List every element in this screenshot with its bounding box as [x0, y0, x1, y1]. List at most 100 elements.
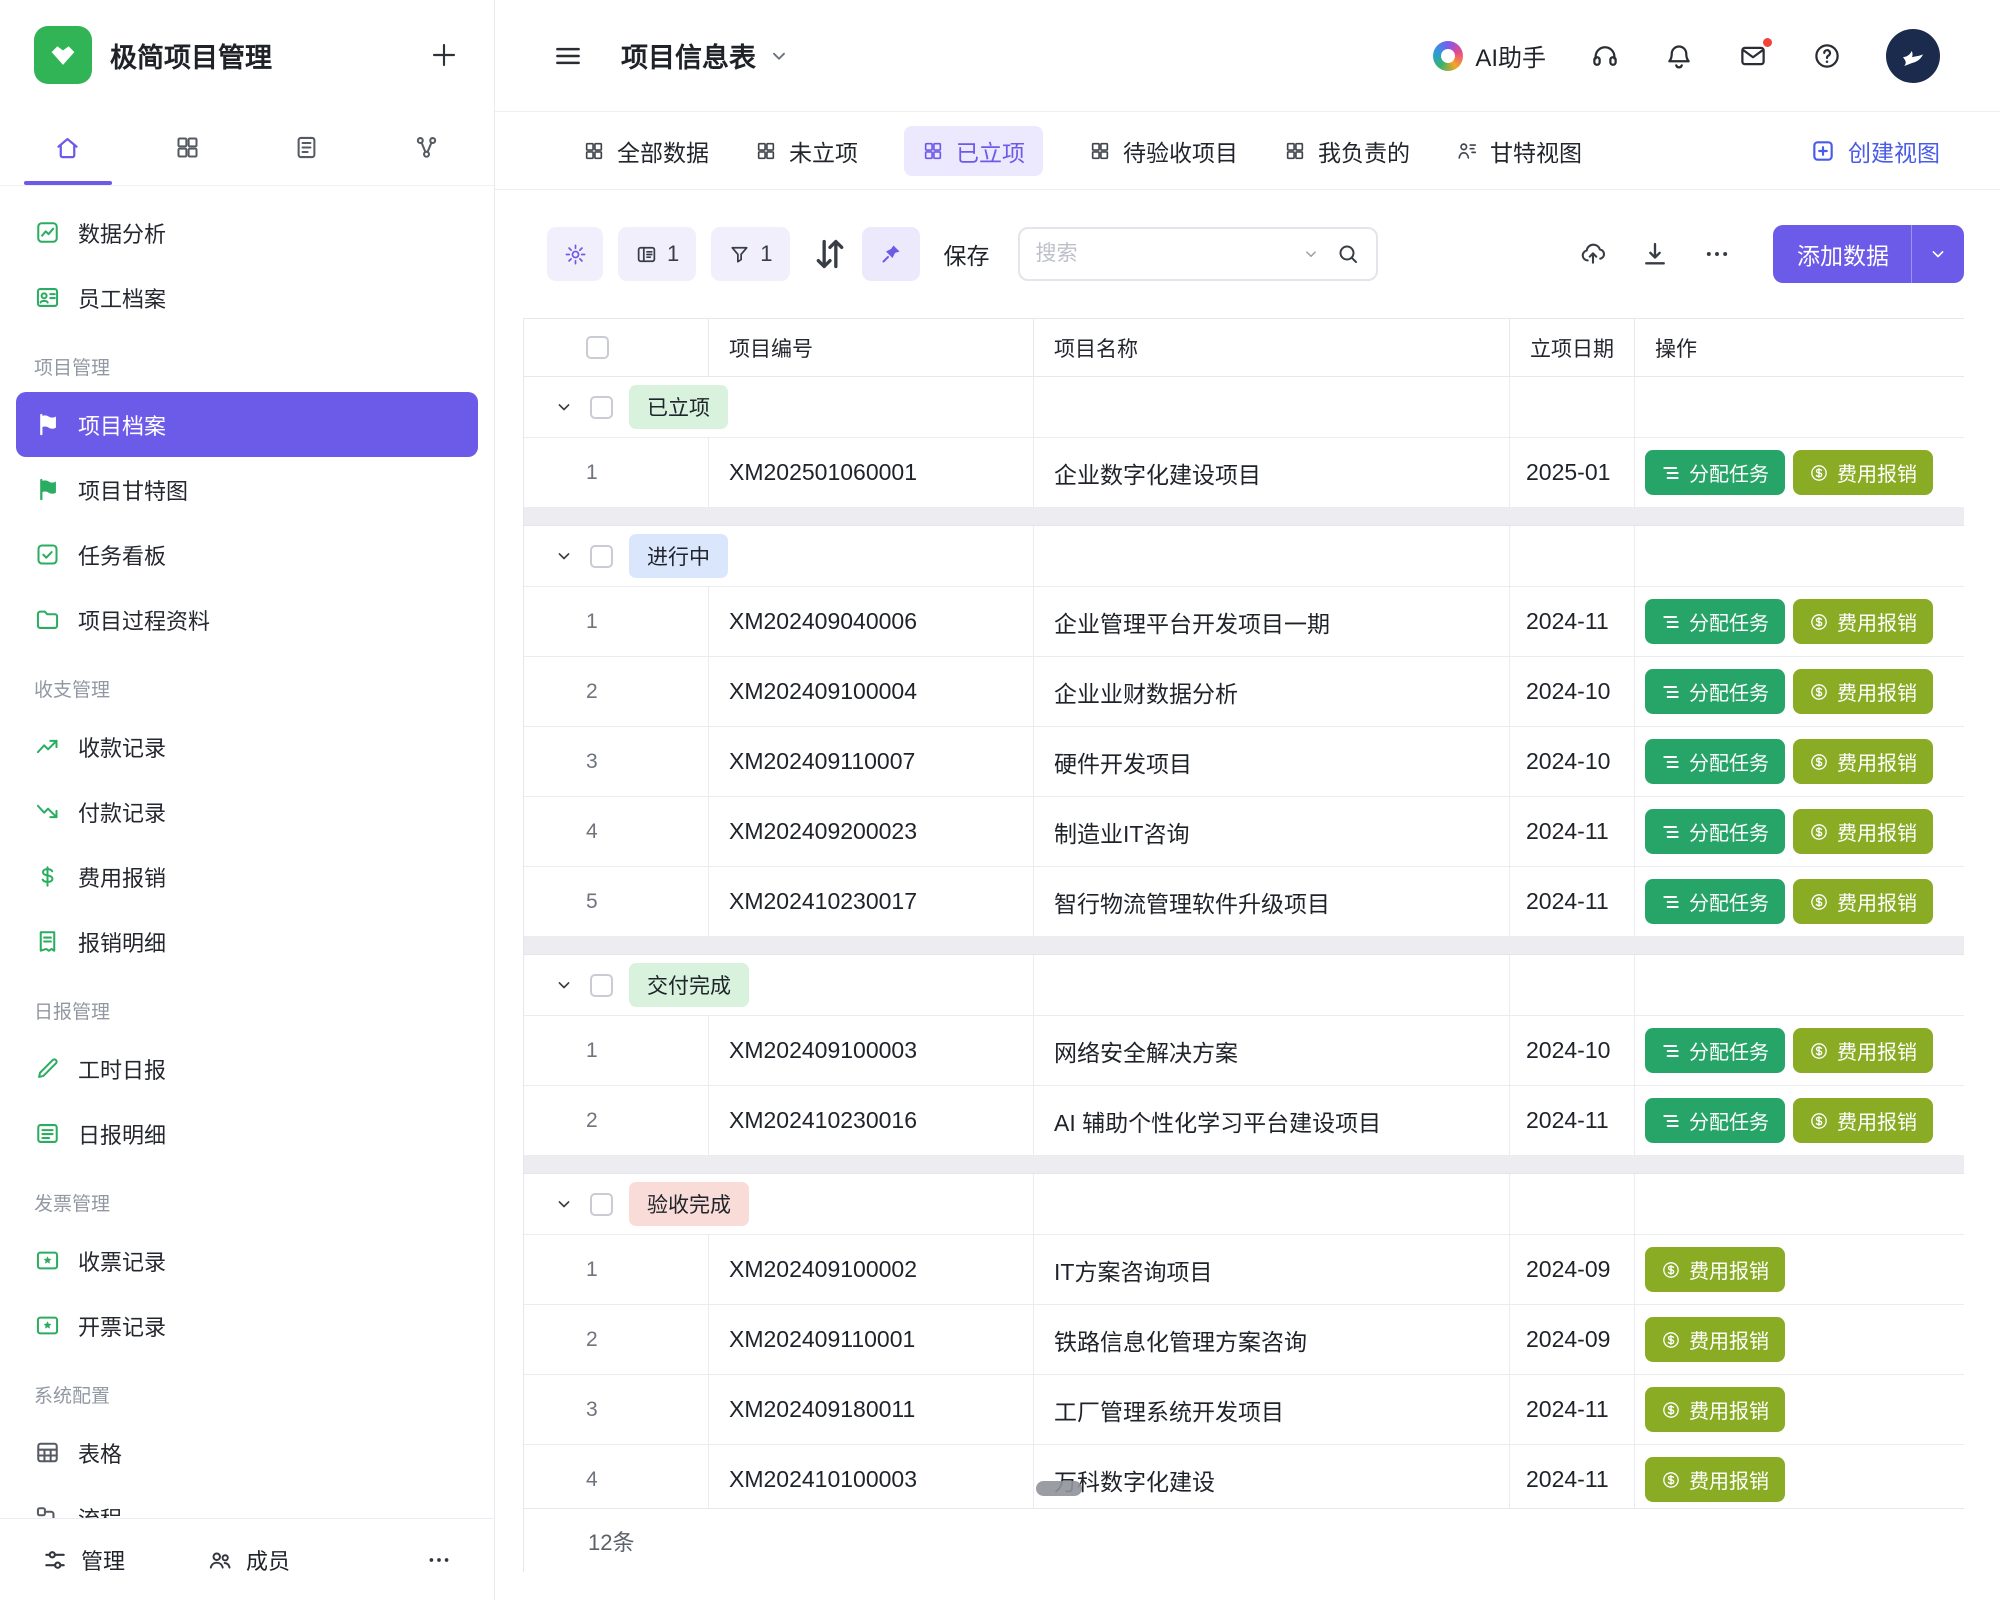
sidebar-item[interactable]: 任务看板: [16, 522, 478, 587]
table-row[interactable]: 3XM202409180011工厂管理系统开发项目2024-11费用报销: [524, 1375, 1964, 1445]
trend-down-icon: [34, 798, 61, 825]
sidebar-item[interactable]: 收款记录: [16, 714, 478, 779]
group-checkbox[interactable]: [590, 974, 613, 997]
sidebar-item[interactable]: 项目甘特图: [16, 457, 478, 522]
expense-report-button[interactable]: 费用报销: [1793, 1098, 1933, 1143]
add-data-chevron-icon[interactable]: [1928, 244, 1948, 264]
expense-report-button[interactable]: 费用报销: [1645, 1387, 1785, 1432]
assign-task-button[interactable]: 分配任务: [1645, 879, 1785, 924]
sidebar-item[interactable]: 付款记录: [16, 779, 478, 844]
tasks-icon: [1661, 463, 1681, 483]
table-row[interactable]: 5XM202410230017智行物流管理软件升级项目2024-11分配任务费用…: [524, 867, 1964, 937]
search-scope-chevron-icon[interactable]: [1302, 245, 1320, 263]
sidebar-item[interactable]: 表格: [16, 1420, 478, 1485]
sidebar-tab-docs[interactable]: [247, 110, 367, 185]
expense-report-button[interactable]: 费用报销: [1793, 809, 1933, 854]
view-settings-button[interactable]: [547, 227, 603, 281]
sidebar-more-icon[interactable]: [426, 1547, 452, 1573]
add-workspace-icon[interactable]: [428, 39, 460, 71]
table-row[interactable]: 2XM202409110001铁路信息化管理方案咨询2024-09费用报销: [524, 1305, 1964, 1375]
sidebar-item[interactable]: 开票记录: [16, 1293, 478, 1358]
table-row[interactable]: 3XM202409110007硬件开发项目2024-10分配任务费用报销: [524, 727, 1964, 797]
table-row[interactable]: 4XM202410100003万科数字化建设2024-11费用报销: [524, 1445, 1964, 1508]
assign-task-button[interactable]: 分配任务: [1645, 1028, 1785, 1073]
view-tab[interactable]: 我负责的: [1284, 126, 1410, 176]
user-avatar[interactable]: [1886, 29, 1940, 83]
group-checkbox[interactable]: [590, 396, 613, 419]
sidebar-item[interactable]: 员工档案: [16, 265, 478, 330]
sidebar-item[interactable]: 流程: [16, 1485, 478, 1518]
field-config-button[interactable]: 1: [618, 227, 696, 281]
search-icon[interactable]: [1336, 242, 1360, 266]
collapse-group-icon[interactable]: [554, 397, 574, 417]
support-icon[interactable]: [1590, 41, 1620, 71]
view-tab[interactable]: 已立项: [904, 126, 1043, 176]
add-data-button[interactable]: 添加数据: [1773, 225, 1964, 283]
expense-report-button[interactable]: 费用报销: [1793, 879, 1933, 924]
select-all-checkbox[interactable]: [586, 336, 609, 359]
table-row[interactable]: 2XM202410230016AI 辅助个性化学习平台建设项目2024-11分配…: [524, 1086, 1964, 1156]
sidebar-item[interactable]: 项目档案: [16, 392, 478, 457]
notifications-icon[interactable]: [1664, 41, 1694, 71]
sidebar-item[interactable]: 报销明细: [16, 909, 478, 974]
assign-task-button[interactable]: 分配任务: [1645, 809, 1785, 854]
filter-button[interactable]: 1: [711, 227, 789, 281]
pin-button[interactable]: [862, 227, 920, 281]
expense-report-button[interactable]: 费用报销: [1793, 1028, 1933, 1073]
expense-report-button[interactable]: 费用报销: [1645, 1247, 1785, 1292]
sort-icon[interactable]: [810, 234, 850, 274]
view-tab[interactable]: 甘特视图: [1456, 126, 1582, 176]
sidebar-item[interactable]: 费用报销: [16, 844, 478, 909]
help-icon[interactable]: [1812, 41, 1842, 71]
table-row[interactable]: 1XM202409100003网络安全解决方案2024-10分配任务费用报销: [524, 1016, 1964, 1086]
sidebar-section-label: 收支管理: [16, 652, 478, 714]
more-actions-icon[interactable]: [1703, 240, 1731, 268]
view-tab[interactable]: 待验收项目: [1089, 126, 1238, 176]
sidebar-item[interactable]: 工时日报: [16, 1036, 478, 1101]
expense-report-button[interactable]: 费用报销: [1793, 450, 1933, 495]
members-button[interactable]: 成员: [207, 1544, 290, 1576]
import-icon[interactable]: [1579, 240, 1607, 268]
title-chevron-icon[interactable]: [768, 45, 790, 67]
expense-report-button[interactable]: 费用报销: [1793, 669, 1933, 714]
sidebar-item[interactable]: 项目过程资料: [16, 587, 478, 652]
hamburger-icon[interactable]: [553, 41, 583, 71]
ai-assistant-button[interactable]: AI助手: [1433, 38, 1546, 73]
expense-report-button[interactable]: 费用报销: [1793, 739, 1933, 784]
export-icon[interactable]: [1641, 240, 1669, 268]
group-checkbox[interactable]: [590, 545, 613, 568]
table-row[interactable]: 1XM202409040006企业管理平台开发项目一期2024-11分配任务费用…: [524, 587, 1964, 657]
assign-task-button[interactable]: 分配任务: [1645, 599, 1785, 644]
save-button[interactable]: 保存: [944, 237, 990, 271]
sidebar-tab-home[interactable]: [8, 110, 128, 185]
view-tabs: 全部数据未立项已立项待验收项目我负责的甘特视图 创建视图: [495, 112, 2000, 190]
expense-report-button[interactable]: 费用报销: [1645, 1457, 1785, 1502]
collapse-group-icon[interactable]: [554, 1194, 574, 1214]
table-row[interactable]: 1XM202409100002IT方案咨询项目2024-09费用报销: [524, 1235, 1964, 1305]
collapse-group-icon[interactable]: [554, 546, 574, 566]
sidebar-tab-flows[interactable]: [367, 110, 487, 185]
assign-task-button[interactable]: 分配任务: [1645, 669, 1785, 714]
table-row[interactable]: 1XM202501060001企业数字化建设项目2025-01分配任务费用报销: [524, 438, 1964, 508]
view-tab[interactable]: 未立项: [755, 126, 858, 176]
group-checkbox[interactable]: [590, 1193, 613, 1216]
sidebar-tab-tables[interactable]: [128, 110, 248, 185]
table-row[interactable]: 4XM202409200023制造业IT咨询2024-11分配任务费用报销: [524, 797, 1964, 867]
table-row[interactable]: 2XM202409100004企业业财数据分析2024-10分配任务费用报销: [524, 657, 1964, 727]
inbox-button[interactable]: [1738, 41, 1768, 71]
sidebar-item[interactable]: 数据分析: [16, 200, 478, 265]
sidebar-item[interactable]: 日报明细: [16, 1101, 478, 1166]
sidebar-item[interactable]: 收票记录: [16, 1228, 478, 1293]
assign-task-button[interactable]: 分配任务: [1645, 739, 1785, 784]
assign-task-button[interactable]: 分配任务: [1645, 1098, 1785, 1143]
search-input[interactable]: [1036, 242, 1292, 266]
view-tab[interactable]: 创建视图: [1810, 126, 1940, 176]
collapse-group-icon[interactable]: [554, 975, 574, 995]
expense-report-button[interactable]: 费用报销: [1645, 1317, 1785, 1362]
manage-button[interactable]: 管理: [42, 1544, 125, 1576]
assign-task-button[interactable]: 分配任务: [1645, 450, 1785, 495]
view-tab[interactable]: 全部数据: [583, 126, 709, 176]
expense-report-button[interactable]: 费用报销: [1793, 599, 1933, 644]
search-box[interactable]: [1018, 227, 1378, 281]
horizontal-scrollbar[interactable]: [1036, 1481, 1082, 1496]
